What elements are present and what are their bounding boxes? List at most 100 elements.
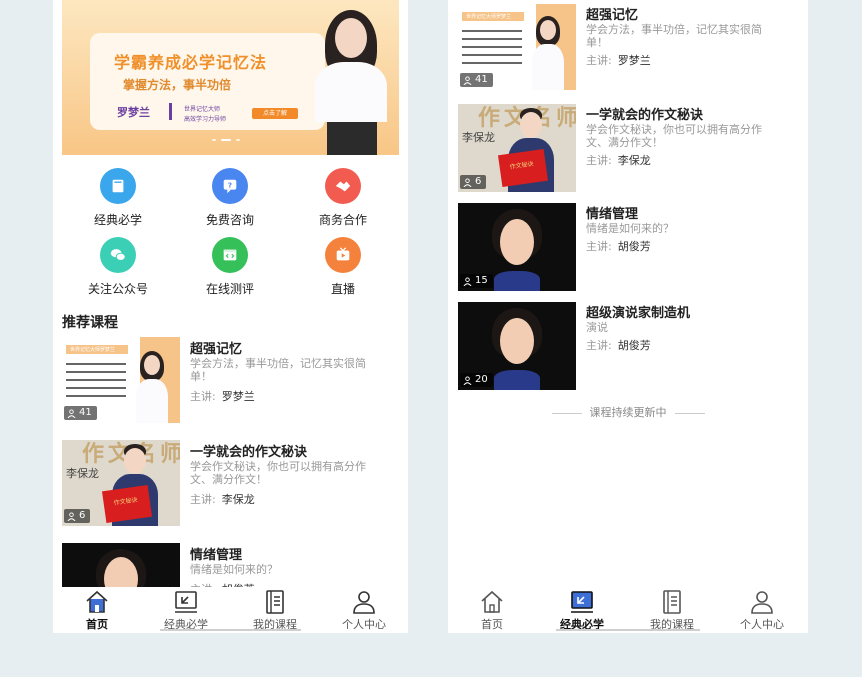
nav-my-courses[interactable]: 我的课程 [628, 587, 716, 632]
bottom-nav: 首页 经典必学 我的课程 个人中心 [53, 587, 408, 633]
profile-icon [353, 591, 375, 614]
course-title[interactable]: 超强记忆 [190, 338, 242, 357]
grid-item-business[interactable]: 商务合作 [298, 168, 388, 228]
teacher-prefix: 主讲: [586, 54, 612, 67]
teacher-prefix: 主讲: [190, 493, 216, 506]
course-title[interactable]: 一学就会的作文秘诀 [586, 104, 703, 123]
teacher-prefix: 主讲: [586, 339, 612, 352]
course-title[interactable]: 超级演说家制造机 [586, 302, 690, 321]
classic-screen: 世界记忆大师罗梦兰 41 超强记忆 学会方法，事半功倍，记忆其实很简单！ 主讲:… [448, 0, 808, 633]
book-icon [100, 168, 136, 204]
tv-icon [325, 237, 361, 273]
teacher-name: 李保龙 [221, 493, 255, 506]
learner-count: 6 [475, 176, 482, 187]
learner-count-badge: 20 [460, 373, 493, 387]
learner-count-badge: 15 [460, 274, 493, 288]
home-screen: 学霸养成必学记忆法 掌握方法，事半功倍 罗梦兰 世界记忆大师 高效学习力导师 点… [53, 0, 408, 633]
bottom-nav: 首页 经典必学 我的课程 个人中心 [448, 587, 808, 633]
learner-count: 20 [475, 374, 488, 385]
promo-banner[interactable]: 学霸养成必学记忆法 掌握方法，事半功倍 罗梦兰 世界记忆大师 高效学习力导师 点… [62, 0, 399, 155]
course-item[interactable]: 世界记忆大师罗梦兰 41 超强记忆 学会方法，事半功倍，记忆其实很简单！ 主讲:… [62, 337, 402, 429]
learner-count: 41 [475, 74, 488, 85]
teacher-photo [488, 308, 546, 390]
course-item[interactable]: 作文名师 李保龙 作文秘诀 6 一学就会的作文秘诀 学会作文秘诀，你也可以拥有高… [62, 440, 402, 532]
teacher-photo [132, 347, 172, 423]
banner-tag-line2: 高效学习力导师 [184, 116, 227, 123]
grid-item-classic[interactable]: 经典必学 [73, 168, 163, 228]
course-teacher: 主讲: 罗梦兰 [190, 388, 255, 404]
grid-item-live[interactable]: 直播 [298, 237, 388, 297]
course-item[interactable]: 世界记忆大师罗梦兰 41 超强记忆 学会方法，事半功倍，记忆其实很简单！ 主讲:… [458, 4, 798, 90]
course-item[interactable]: 作文名师 李保龙 作文秘诀 6 一学就会的作文秘诀 学会作文秘诀，你也可以拥有高… [458, 104, 798, 192]
nav-classic[interactable]: 经典必学 [142, 587, 230, 632]
course-title[interactable]: 超强记忆 [586, 4, 638, 23]
course-item[interactable]: 15 情绪管理 情绪是如何来的？ 主讲: 胡俊芳 [458, 203, 798, 291]
nav-label: 首页 [481, 618, 503, 631]
teacher-prefix: 主讲: [586, 240, 612, 253]
banner-dot[interactable] [212, 139, 216, 141]
nav-my-courses[interactable]: 我的课程 [231, 587, 319, 632]
nav-classic[interactable]: 经典必学 [538, 587, 626, 632]
nav-label: 个人中心 [740, 618, 784, 631]
nav-label: 个人中心 [342, 618, 386, 631]
thumb-strip-text: 世界记忆大师罗梦兰 [70, 347, 116, 353]
course-description: 学会作文秘诀，你也可以拥有高分作文、满分作文！ [190, 460, 366, 486]
home-icon [481, 590, 503, 613]
nav-scroll-indicator [556, 629, 700, 631]
learner-count: 41 [79, 407, 92, 418]
course-title[interactable]: 情绪管理 [190, 544, 242, 563]
divider-line [674, 412, 705, 414]
thumb-text-lines [462, 30, 522, 70]
thumb-teacher-name: 李保龙 [462, 131, 495, 144]
wechat-icon [100, 237, 136, 273]
classic-icon [571, 591, 593, 613]
banner-dot[interactable] [236, 139, 240, 141]
banner-pagination [212, 139, 240, 141]
teacher-name: 胡俊芳 [617, 240, 651, 253]
teacher-photo [528, 12, 568, 90]
grid-item-wechat[interactable]: 关注公众号 [73, 237, 163, 297]
grid-label: 关注公众号 [87, 282, 148, 296]
nav-profile[interactable]: 个人中心 [718, 587, 806, 632]
learner-count: 15 [475, 275, 488, 286]
banner-learn-more-button[interactable]: 点击了解 [252, 108, 298, 119]
nav-home[interactable]: 首页 [53, 587, 141, 632]
footer-note: 课程持续更新中 [448, 404, 808, 420]
teacher-name: 胡俊芳 [617, 339, 651, 352]
learner-count-badge: 41 [460, 73, 493, 87]
teacher-prefix: 主讲: [586, 154, 612, 167]
course-teacher: 主讲: 李保龙 [586, 152, 651, 168]
banner-teacher-photo [307, 0, 397, 155]
course-teacher: 主讲: 李保龙 [190, 491, 255, 507]
person-icon [463, 177, 472, 187]
teacher-name: 罗梦兰 [221, 390, 255, 403]
course-item[interactable]: 20 超级演说家制造机 演说 主讲: 胡俊芳 [458, 302, 798, 390]
thumb-strip: 世界记忆大师罗梦兰 [66, 345, 128, 354]
nav-scroll-indicator [160, 629, 301, 631]
course-thumbnail: 作文名师 李保龙 作文秘诀 6 [458, 104, 576, 192]
banner-tag-line1: 世界记忆大师 [184, 106, 221, 113]
learner-count: 6 [79, 510, 86, 521]
person-icon [463, 75, 472, 85]
nav-home[interactable]: 首页 [448, 587, 536, 632]
course-title[interactable]: 一学就会的作文秘诀 [190, 441, 307, 460]
home-icon [86, 590, 108, 613]
course-title[interactable]: 情绪管理 [586, 203, 638, 222]
nav-profile[interactable]: 个人中心 [320, 587, 408, 632]
section-title-recommended: 推荐课程 [62, 315, 118, 331]
grid-label: 免费咨询 [205, 213, 254, 227]
course-teacher: 主讲: 罗梦兰 [586, 52, 651, 68]
course-thumbnail: 15 [458, 203, 576, 291]
teacher-name: 罗梦兰 [617, 54, 651, 67]
course-teacher: 主讲: 胡俊芳 [586, 337, 651, 353]
thumb-text-lines [66, 363, 126, 403]
course-description: 学会方法，事半功倍，记忆其实很简单！ [586, 23, 762, 49]
grid-label: 在线测评 [205, 282, 254, 296]
grid-item-assessment[interactable]: 在线测评 [185, 237, 275, 297]
banner-dot-active[interactable] [221, 139, 231, 141]
grid-item-consult[interactable]: ? 免费咨询 [185, 168, 275, 228]
my-courses-icon [266, 590, 284, 614]
divider-line [551, 412, 582, 414]
banner-divider [169, 103, 172, 120]
teacher-name: 李保龙 [617, 154, 651, 167]
